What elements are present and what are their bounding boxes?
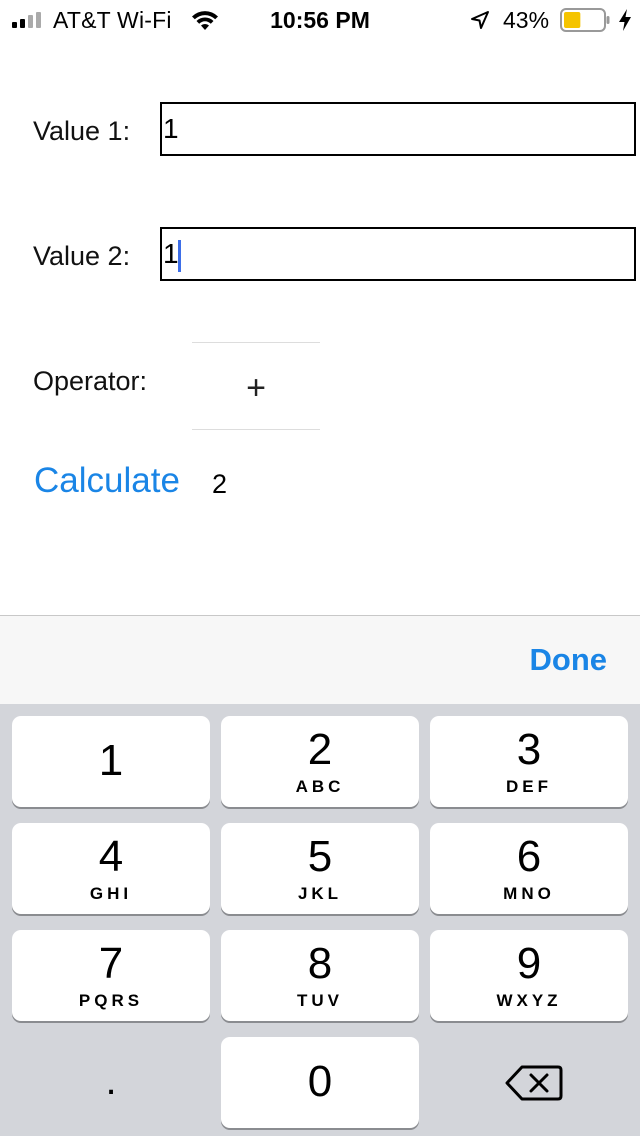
key-2[interactable]: 2 ABC (221, 716, 419, 807)
key-7[interactable]: 7 PQRS (12, 930, 210, 1021)
decimal-key[interactable]: . (12, 1037, 210, 1128)
key-letters: PQRS (78, 991, 144, 1010)
operator-value: + (246, 369, 266, 407)
key-digit: 4 (98, 832, 124, 881)
calculate-button[interactable]: Calculate (34, 461, 180, 501)
key-letters: WXYZ (496, 991, 562, 1010)
key-4[interactable]: 4 GHI (12, 823, 210, 914)
backspace-icon (505, 1065, 563, 1101)
value2-field[interactable]: 1 (160, 227, 636, 281)
key-digit: 7 (98, 939, 124, 988)
operator-label: Operator: (33, 366, 148, 396)
key-digit: 9 (516, 939, 542, 988)
decimal-point: . (105, 1059, 117, 1103)
delete-key[interactable] (430, 1037, 628, 1128)
key-6[interactable]: 6 MNO (430, 823, 628, 914)
value1-field[interactable]: 1 (160, 102, 636, 156)
battery-percentage: 43% (503, 7, 550, 33)
location-arrow-icon (471, 11, 489, 29)
value2-text: 1 (163, 238, 179, 269)
key-8[interactable]: 8 TUV (221, 930, 419, 1021)
value1-text: 1 (163, 113, 179, 144)
key-letters: DEF (506, 777, 552, 796)
value2-label: Value 2: (33, 241, 131, 271)
status-bar: AT&T Wi-Fi 10:56 PM 43% (0, 0, 640, 40)
key-digit: 5 (307, 832, 333, 881)
key-0[interactable]: 0 (221, 1037, 419, 1128)
charging-bolt-icon (619, 9, 631, 31)
keyboard-accessory-bar: Done (0, 615, 640, 704)
key-5[interactable]: 5 JKL (221, 823, 419, 914)
text-cursor (177, 239, 181, 272)
operator-picker[interactable]: + (192, 342, 320, 430)
key-3[interactable]: 3 DEF (430, 716, 628, 807)
key-letters: MNO (503, 884, 555, 903)
key-letters: TUV (297, 991, 343, 1010)
key-digit: 2 (307, 725, 333, 774)
done-button[interactable]: Done (530, 642, 608, 678)
key-letters: JKL (297, 884, 343, 903)
key-digit: 6 (516, 832, 542, 881)
battery-icon (560, 8, 610, 32)
key-letters: ABC (295, 777, 345, 796)
key-digit: 1 (98, 736, 124, 785)
key-digit: 3 (516, 725, 542, 774)
key-digit: 0 (307, 1057, 333, 1106)
value1-label: Value 1: (33, 116, 131, 146)
number-keypad: 1 2 ABC 3 DEF 4 GHI 5 JKL 6 MNO 7 PQRS 8… (0, 704, 640, 1136)
key-digit: 8 (307, 939, 333, 988)
key-1[interactable]: 1 (12, 716, 210, 807)
key-letters: GHI (89, 884, 133, 903)
key-9[interactable]: 9 WXYZ (430, 930, 628, 1021)
result-value: 2 (212, 469, 228, 499)
